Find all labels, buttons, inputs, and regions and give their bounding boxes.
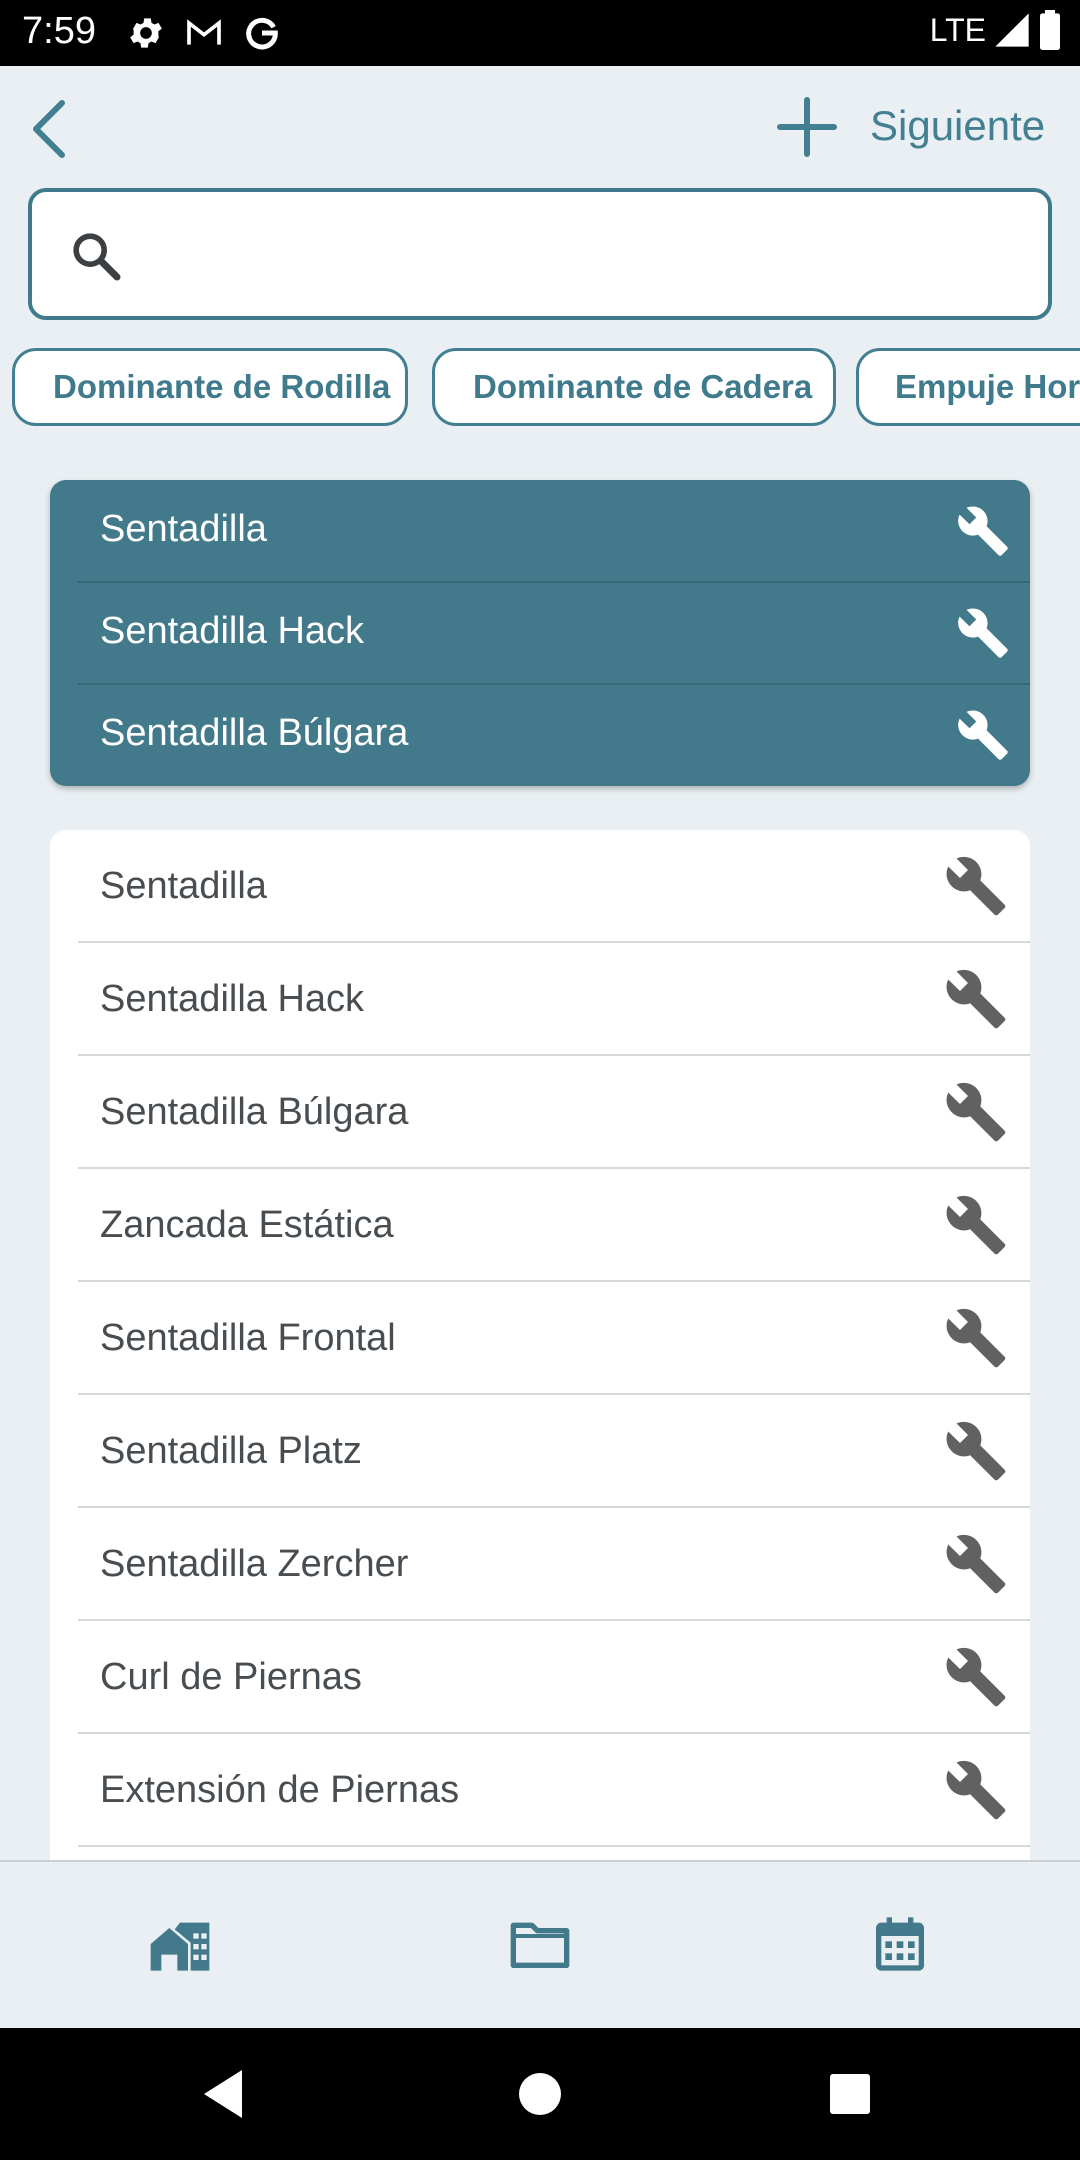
wrench-icon[interactable] (944, 854, 1008, 918)
list-item[interactable]: Sentadilla Búlgara (50, 1056, 1030, 1169)
nav-calendar[interactable] (860, 1904, 940, 1984)
list-item[interactable]: Sentadilla Zercher (50, 1508, 1030, 1621)
selected-exercise-item[interactable]: Sentadilla Búlgara (50, 684, 1030, 786)
folder-icon (510, 1922, 570, 1968)
divider (78, 1845, 1030, 1847)
wrench-icon[interactable] (944, 1306, 1008, 1370)
list-item[interactable]: Sentadilla Frontal (50, 1282, 1030, 1395)
calendar-icon (876, 1917, 924, 1971)
next-button[interactable]: Siguiente (870, 102, 1045, 150)
wrench-icon[interactable] (944, 1419, 1008, 1483)
nav-home[interactable] (140, 1904, 220, 1984)
wrench-icon[interactable] (944, 1532, 1008, 1596)
back-button[interactable] (18, 94, 78, 164)
list-item[interactable]: Sentadilla Hack (50, 943, 1030, 1056)
gear-icon (130, 18, 162, 48)
wrench-icon[interactable] (944, 1645, 1008, 1709)
search-icon (73, 233, 121, 281)
chip-dominante-de-rodilla[interactable]: Dominante de Rodilla (12, 348, 408, 426)
list-item[interactable]: Sentadilla (50, 830, 1030, 943)
system-navigation-bar (0, 2028, 1080, 2160)
list-item[interactable]: Zancada Estática (50, 1169, 1030, 1282)
wrench-icon[interactable] (956, 708, 1010, 762)
chip-empuje-horizontal[interactable]: Empuje Horizontal (856, 348, 1080, 426)
top-app-bar: Siguiente (0, 66, 1080, 190)
wrench-icon[interactable] (944, 1080, 1008, 1144)
plus-icon (777, 97, 837, 157)
network-type: LTE (929, 11, 986, 48)
list-item[interactable]: Sentadilla Platz (50, 1395, 1030, 1508)
selected-exercise-item[interactable]: Sentadilla (50, 480, 1030, 582)
chevron-left-icon (33, 100, 65, 158)
google-icon (246, 17, 278, 50)
home-icon (150, 1922, 210, 1971)
category-filter-chips: Dominante de Rodilla Dominante de Cadera… (12, 348, 1080, 426)
notification-icons (126, 13, 282, 53)
selected-exercises-card: Sentadilla Sentadilla Hack Sentadilla Bú… (50, 480, 1030, 786)
list-item[interactable]: Curl de Piernas (50, 1621, 1030, 1734)
exercise-list: Sentadilla Sentadilla Hack Sentadilla Bú… (50, 830, 1030, 1862)
bottom-navigation (0, 1860, 1080, 2028)
wrench-icon[interactable] (944, 967, 1008, 1031)
nav-folder[interactable] (500, 1904, 580, 1984)
wrench-icon[interactable] (956, 606, 1010, 660)
status-right: LTE (930, 10, 1062, 50)
chip-dominante-de-cadera[interactable]: Dominante de Cadera (432, 348, 836, 426)
wrench-icon[interactable] (944, 1758, 1008, 1822)
home-circle-icon[interactable] (510, 2064, 570, 2124)
status-time: 7:59 (22, 10, 96, 52)
gmail-icon (187, 19, 221, 45)
search-input[interactable] (28, 188, 1052, 320)
wrench-icon[interactable] (956, 504, 1010, 558)
list-item[interactable]: Extensión de Piernas (50, 1734, 1030, 1847)
status-bar: 7:59 LTE (0, 0, 1080, 66)
back-triangle-icon[interactable] (196, 2064, 256, 2124)
battery-icon (1040, 10, 1060, 50)
signal-icon (995, 13, 1029, 47)
selected-exercise-item[interactable]: Sentadilla Hack (50, 582, 1030, 684)
wrench-icon[interactable] (944, 1193, 1008, 1257)
add-button[interactable] (776, 96, 838, 158)
overview-square-icon[interactable] (820, 2064, 880, 2124)
